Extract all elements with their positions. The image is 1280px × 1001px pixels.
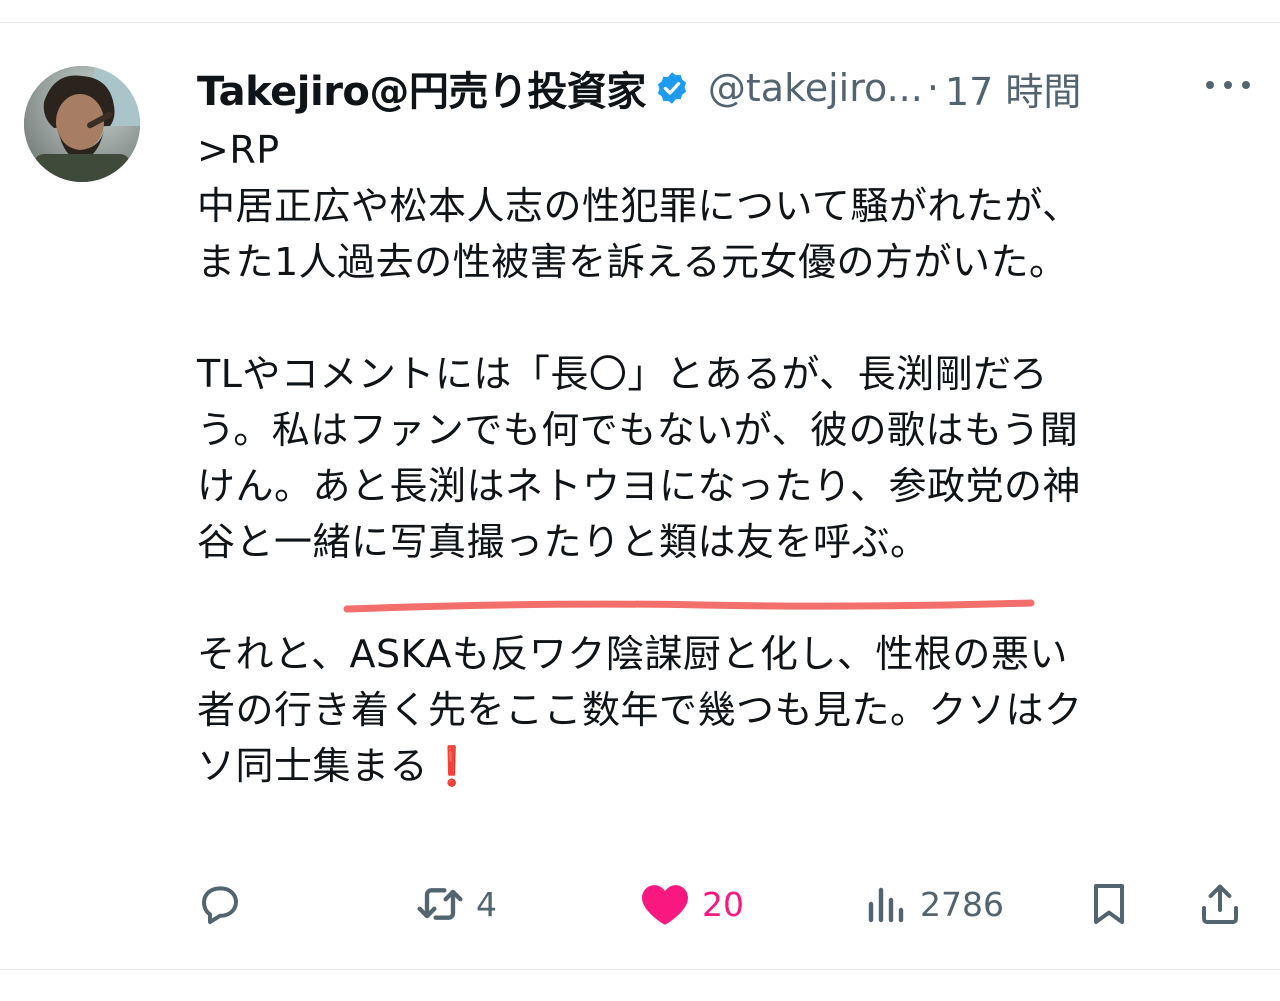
top-divider — [0, 0, 1280, 23]
bookmark-button[interactable] — [1085, 872, 1133, 936]
share-button[interactable] — [1196, 872, 1244, 936]
like-count: 20 — [702, 884, 744, 924]
bottom-divider — [0, 969, 1280, 970]
verified-badge-icon — [657, 72, 687, 104]
retweet-icon — [417, 888, 463, 920]
retweet-button[interactable]: 4 — [414, 872, 497, 936]
handle[interactable]: @takejiro... — [708, 66, 923, 110]
heart-icon — [642, 885, 688, 925]
bookmark-icon — [1094, 884, 1124, 924]
avatar[interactable] — [24, 66, 140, 182]
action-bar: 4 20 2786 — [0, 872, 1280, 936]
separator-dot: · — [926, 66, 939, 110]
retweet-count: 4 — [476, 884, 497, 924]
like-button[interactable]: 20 — [638, 872, 744, 936]
share-icon — [1202, 884, 1238, 924]
tweet-body: >RP 中居正広や松本人志の性犯罪について騒がれたが、 また1人過去の性被害を訴… — [197, 128, 1083, 788]
reply-icon — [202, 886, 238, 924]
views-icon — [868, 887, 904, 923]
views-count: 2786 — [920, 884, 1004, 924]
reply-button[interactable] — [196, 872, 254, 936]
avatar-photo — [24, 66, 140, 182]
tweet-header: Takejiro@円売り投資家 @takejiro... · 17 時間 — [197, 58, 1081, 118]
display-name[interactable]: Takejiro@円売り投資家 — [197, 59, 646, 117]
views-button[interactable]: 2786 — [862, 872, 1004, 936]
timestamp[interactable]: 17 時間 — [945, 61, 1081, 116]
more-icon[interactable] — [1206, 70, 1250, 100]
